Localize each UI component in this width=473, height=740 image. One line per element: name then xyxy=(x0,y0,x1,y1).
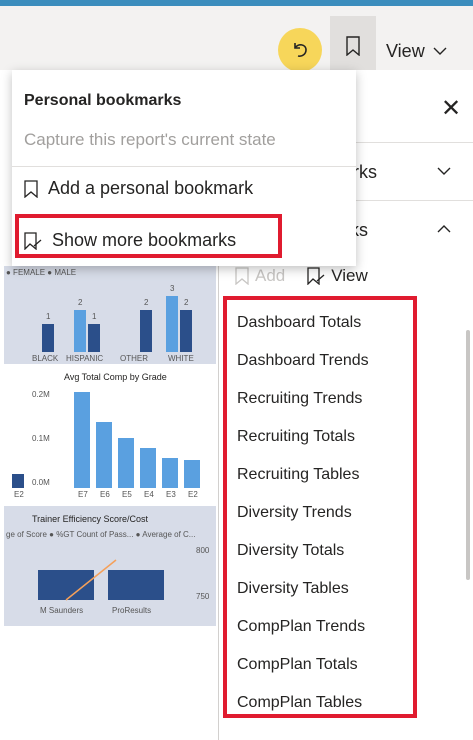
x-tick: E3 xyxy=(166,490,176,499)
divider xyxy=(12,166,356,167)
bookmark-item[interactable]: Diversity Tables xyxy=(237,580,349,598)
bookmark-item[interactable]: Diversity Trends xyxy=(237,504,352,522)
bar xyxy=(140,448,156,488)
bar xyxy=(162,458,178,488)
trainer-efficiency-chart[interactable]: Trainer Efficiency Score/Cost ge of Scor… xyxy=(4,506,216,626)
bar xyxy=(42,324,54,352)
bar xyxy=(12,474,24,488)
bar xyxy=(88,324,100,352)
data-label: 3 xyxy=(170,284,175,293)
bookmark-item[interactable]: Recruiting Totals xyxy=(237,428,355,446)
y-tick: 0.1M xyxy=(32,434,50,443)
toolbar: View xyxy=(0,6,473,76)
bar xyxy=(184,460,200,488)
view-bookmarks-button[interactable]: View xyxy=(307,266,368,286)
x-tick: E5 xyxy=(122,490,132,499)
chevron-down-icon xyxy=(433,47,447,55)
data-label: 2 xyxy=(78,298,83,307)
bookmark-button[interactable] xyxy=(330,16,376,76)
bar xyxy=(118,438,134,488)
chart-title: Avg Total Comp by Grade xyxy=(64,372,167,382)
data-label: 1 xyxy=(92,312,97,321)
x-tick: E4 xyxy=(144,490,154,499)
data-label: 1 xyxy=(46,312,51,321)
add-bookmark-icon xyxy=(235,267,249,285)
bookmark-list: Dashboard Totals Dashboard Trends Recrui… xyxy=(223,296,417,718)
view-menu-button[interactable]: View xyxy=(386,36,447,66)
bookmark-item[interactable]: Dashboard Trends xyxy=(237,352,369,370)
x-tick: WHITE xyxy=(168,354,194,363)
popup-title: Personal bookmarks xyxy=(24,92,182,109)
bar xyxy=(140,310,152,352)
view-label: View xyxy=(386,40,425,61)
bookmark-item[interactable]: CompPlan Tables xyxy=(237,694,362,712)
chevron-down-icon xyxy=(437,163,451,181)
data-label: 2 xyxy=(184,298,189,307)
bar xyxy=(166,296,178,352)
x-tick: M Saunders xyxy=(40,606,84,615)
gender-chart[interactable]: ● FEMALE ● MALE 1 2 1 2 3 2 BLACK HISPAN… xyxy=(4,266,216,364)
x-tick: HISPANIC xyxy=(66,354,104,363)
bar xyxy=(180,310,192,352)
trend-line xyxy=(65,559,117,601)
y-tick: 0.2M xyxy=(32,390,50,399)
personal-bookmarks-popup: Personal bookmarks Capture this report's… xyxy=(12,70,356,266)
x-tick: E2 xyxy=(14,490,24,499)
x-tick: BLACK xyxy=(32,354,59,363)
data-label: 2 xyxy=(144,298,149,307)
x-tick: E6 xyxy=(100,490,110,499)
scrollbar[interactable] xyxy=(466,330,470,580)
bookmark-icon xyxy=(24,179,38,198)
view-bookmark-icon xyxy=(307,267,325,285)
bookmark-item[interactable]: Recruiting Trends xyxy=(237,390,362,408)
x-tick: ProResults xyxy=(112,606,152,615)
undo-icon xyxy=(294,43,307,57)
menu-label: Add a personal bookmark xyxy=(48,178,254,198)
bar xyxy=(96,422,112,488)
bookmark-item[interactable]: CompPlan Trends xyxy=(237,618,365,636)
gender-legend: ● FEMALE ● MALE xyxy=(6,268,77,277)
add-label: Add xyxy=(255,266,286,285)
bookmark-item[interactable]: Diversity Totals xyxy=(237,542,344,560)
bar xyxy=(74,392,90,488)
close-icon[interactable]: ✕ xyxy=(441,94,461,123)
x-tick: E7 xyxy=(78,490,88,499)
x-tick: E2 xyxy=(188,490,198,499)
bookmark-item[interactable]: Dashboard Totals xyxy=(237,314,361,332)
undo-button[interactable] xyxy=(278,28,322,72)
add-personal-bookmark-item[interactable]: Add a personal bookmark xyxy=(24,178,253,199)
bookmark-item[interactable]: Recruiting Tables xyxy=(237,466,359,484)
y-tick: 0.0M xyxy=(32,478,50,487)
popup-subtitle: Capture this report's current state xyxy=(24,130,276,149)
view-label: View xyxy=(331,266,368,285)
add-bookmark-button[interactable]: Add xyxy=(235,266,285,286)
bar xyxy=(74,310,86,352)
x-tick: OTHER xyxy=(120,354,148,363)
bookmark-item[interactable]: CompPlan Totals xyxy=(237,656,358,674)
chevron-up-icon xyxy=(437,221,451,239)
bookmark-actions: Add View xyxy=(235,266,368,286)
bookmark-icon xyxy=(346,36,360,56)
highlight-box xyxy=(15,214,282,258)
